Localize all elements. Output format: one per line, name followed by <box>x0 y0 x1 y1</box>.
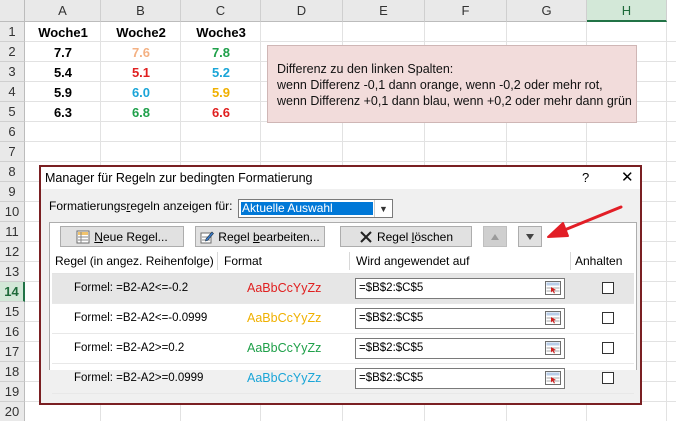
red-annotation-arrow <box>547 205 623 238</box>
